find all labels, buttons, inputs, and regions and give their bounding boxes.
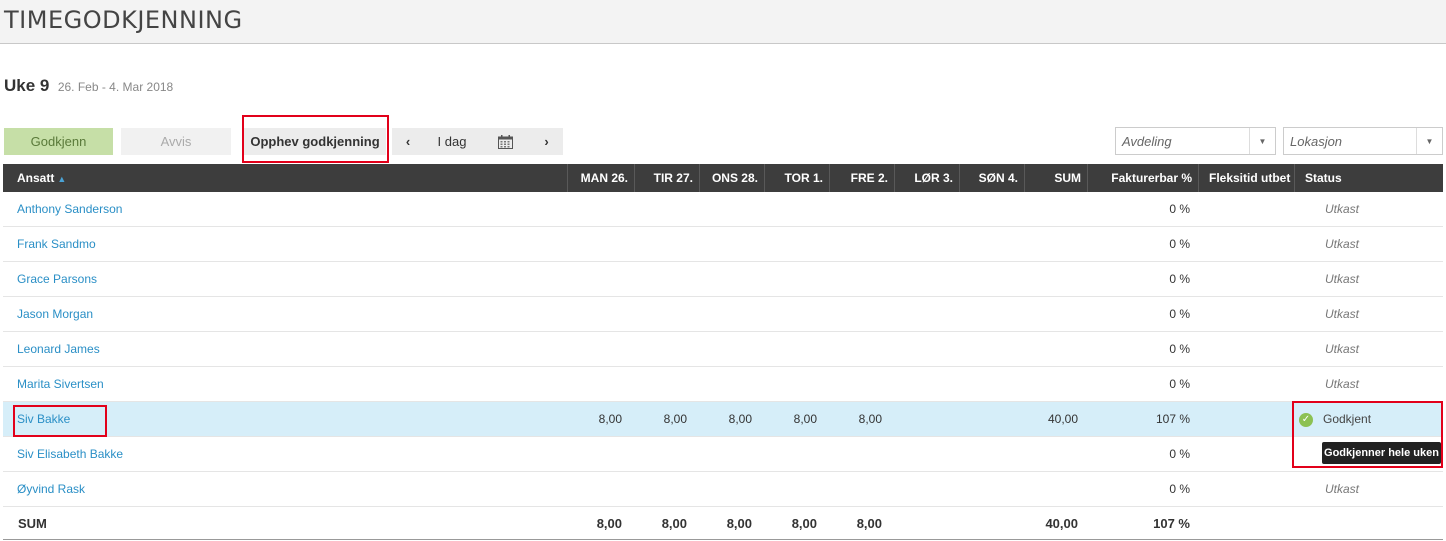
employee-link[interactable]: Grace Parsons: [17, 262, 97, 297]
table-row[interactable]: Leonard James 0 % Utkast: [3, 332, 1443, 367]
billable-cell: 0 %: [1169, 377, 1190, 391]
employee-link[interactable]: Anthony Sanderson: [17, 192, 122, 227]
location-select[interactable]: Lokasjon ▼: [1283, 127, 1443, 155]
chevron-down-icon: ▼: [1416, 128, 1442, 154]
table-row[interactable]: Frank Sandmo 0 % Utkast: [3, 227, 1443, 262]
column-header-sum: SUM: [1025, 164, 1088, 192]
highlight-box: [1292, 401, 1443, 468]
billable-cell: 0 %: [1169, 237, 1190, 251]
table-row[interactable]: Øyvind Rask 0 % Utkast: [3, 472, 1443, 507]
billable-cell: 0 %: [1169, 447, 1190, 461]
billable-cell: 0 %: [1169, 307, 1190, 321]
employee-link[interactable]: Øyvind Rask: [17, 472, 85, 507]
billable-cell: 0 %: [1169, 342, 1190, 356]
column-header-thu: TOR 1.: [765, 164, 830, 192]
column-header-tue: TIR 27.: [635, 164, 700, 192]
today-button[interactable]: I dag: [424, 134, 480, 149]
week-navigator: ‹ I dag ›: [392, 128, 563, 155]
column-header-billable: Fakturerbar %: [1088, 164, 1199, 192]
total-billable: 107 %: [1153, 516, 1190, 531]
chevron-down-icon: ▼: [1249, 128, 1275, 154]
next-week-button[interactable]: ›: [530, 134, 563, 149]
column-header-sun: SØN 4.: [960, 164, 1025, 192]
total-fri: 8,00: [856, 516, 882, 531]
hours-fri-cell[interactable]: 8,00: [830, 402, 882, 437]
employee-link[interactable]: Leonard James: [17, 332, 100, 367]
billable-cell: 0 %: [1169, 482, 1190, 496]
status-cell: Utkast: [1325, 202, 1360, 216]
billable-cell: 0 %: [1169, 202, 1190, 216]
table-header: Ansatt ▲ MAN 26. TIR 27. ONS 28. TOR 1. F…: [3, 164, 1443, 192]
timesheet-table: Ansatt ▲ MAN 26. TIR 27. ONS 28. TOR 1. F…: [3, 164, 1443, 540]
status-cell: Utkast: [1325, 307, 1360, 321]
table-row[interactable]: Grace Parsons 0 % Utkast: [3, 262, 1443, 297]
total-thu: 8,00: [791, 516, 817, 531]
employee-link[interactable]: Frank Sandmo: [17, 227, 96, 262]
hours-thu-cell[interactable]: 8,00: [765, 402, 817, 437]
department-select-value: Avdeling: [1122, 134, 1172, 149]
calendar-icon[interactable]: [480, 134, 530, 149]
hours-mon-cell[interactable]: 8,00: [567, 402, 622, 437]
column-header-fri: FRE 2.: [830, 164, 895, 192]
page-title: TIMEGODKJENNING: [4, 6, 243, 34]
total-wed: 8,00: [726, 516, 752, 531]
employee-link[interactable]: Siv Elisabeth Bakke: [17, 437, 123, 472]
total-mon: 8,00: [596, 516, 622, 531]
page-header: TIMEGODKJENNING: [0, 0, 1446, 44]
employee-link[interactable]: Marita Sivertsen: [17, 367, 104, 402]
sort-asc-icon: ▲: [57, 174, 67, 184]
totals-label: SUM: [18, 516, 47, 531]
week-heading: Uke 9 26. Feb - 4. Mar 2018: [4, 76, 173, 96]
table-row[interactable]: Anthony Sanderson 0 % Utkast: [3, 192, 1443, 227]
table-row[interactable]: Jason Morgan 0 % Utkast: [3, 297, 1443, 332]
week-range: 26. Feb - 4. Mar 2018: [57, 80, 174, 94]
column-header-mon: MAN 26.: [567, 164, 635, 192]
table-row-selected[interactable]: Siv Bakke 8,00 8,00 8,00 8,00 8,00 40,00…: [3, 402, 1443, 437]
table-row[interactable]: Marita Sivertsen 0 % Utkast: [3, 367, 1443, 402]
totals-row: SUM 8,00 8,00 8,00 8,00 8,00 40,00 107 %: [3, 507, 1443, 540]
column-header-sat: LØR 3.: [895, 164, 960, 192]
location-select-value: Lokasjon: [1290, 134, 1343, 149]
billable-cell: 107 %: [1155, 412, 1190, 426]
highlight-box: [13, 405, 107, 437]
status-cell: Utkast: [1325, 482, 1360, 496]
total-tue: 8,00: [661, 516, 687, 531]
status-cell: Utkast: [1325, 377, 1360, 391]
total-sum: 40,00: [1045, 516, 1078, 531]
reject-button[interactable]: Avvis: [121, 128, 231, 155]
department-select[interactable]: Avdeling ▼: [1115, 127, 1276, 155]
status-cell: Utkast: [1325, 237, 1360, 251]
sum-cell: 40,00: [1047, 412, 1078, 426]
prev-week-button[interactable]: ‹: [392, 134, 424, 149]
status-cell: Utkast: [1325, 342, 1360, 356]
highlight-box: [242, 115, 389, 163]
approve-button[interactable]: Godkjenn: [4, 128, 113, 155]
week-label: Uke 9: [4, 76, 50, 95]
billable-cell: 0 %: [1169, 272, 1190, 286]
column-header-employee[interactable]: Ansatt ▲: [17, 164, 567, 192]
column-header-flex: Fleksitid utbet: [1199, 164, 1295, 192]
employee-link[interactable]: Jason Morgan: [17, 297, 93, 332]
hours-tue-cell[interactable]: 8,00: [635, 402, 687, 437]
column-header-status: Status: [1305, 171, 1342, 185]
status-cell: Utkast: [1325, 272, 1360, 286]
table-row[interactable]: Siv Elisabeth Bakke 0 %: [3, 437, 1443, 472]
hours-wed-cell[interactable]: 8,00: [700, 402, 752, 437]
column-header-wed: ONS 28.: [700, 164, 765, 192]
